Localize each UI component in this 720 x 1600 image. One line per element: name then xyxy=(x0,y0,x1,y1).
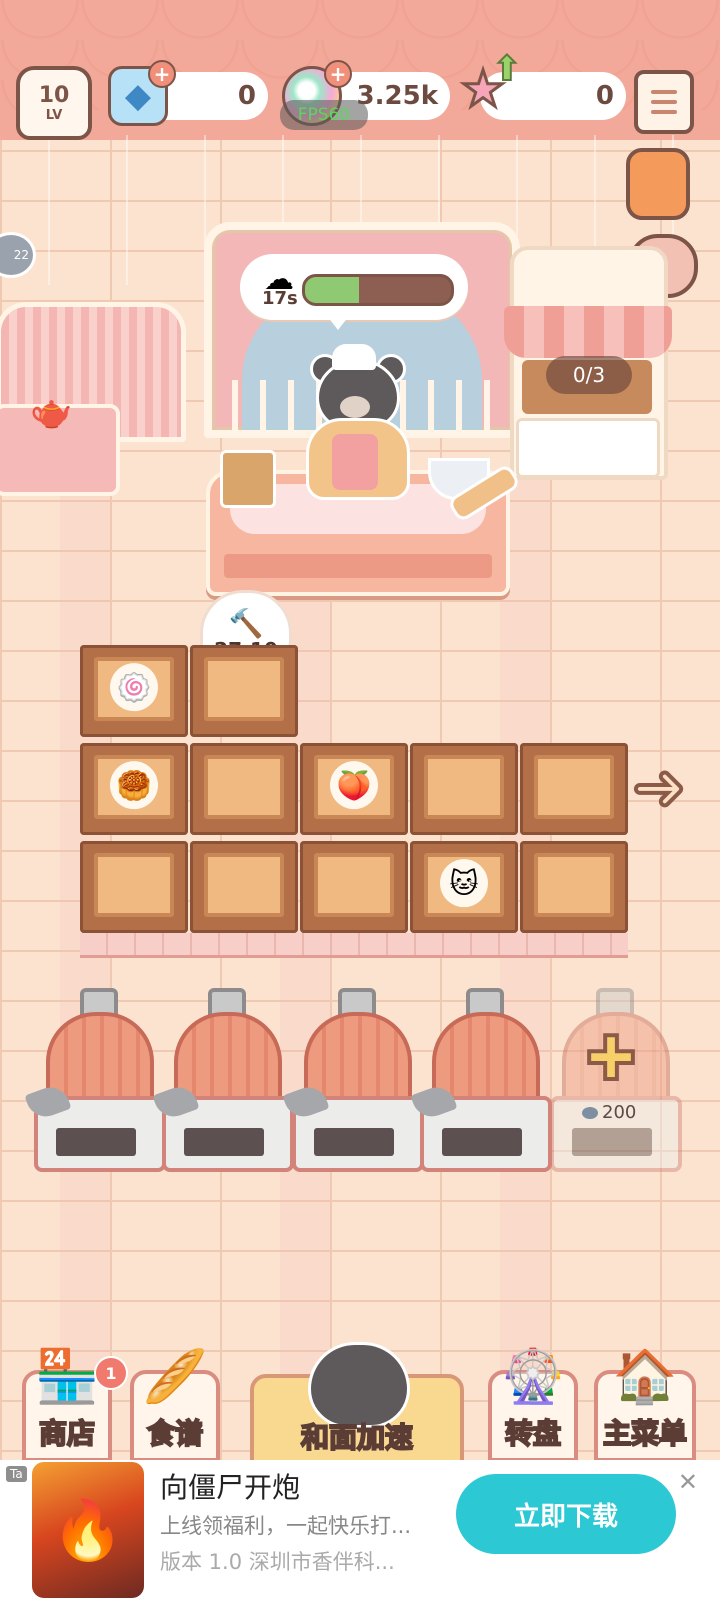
tray-cell[interactable]: 🍑 xyxy=(300,743,408,835)
cat-bread-icon[interactable]: 🐱 xyxy=(440,859,488,908)
oven-mouth xyxy=(184,1128,264,1156)
list-menu-button[interactable] xyxy=(634,70,694,134)
star-count: 0 xyxy=(595,81,614,111)
jar-icon[interactable] xyxy=(626,148,690,220)
ad-tag: Ta xyxy=(6,1466,27,1482)
teapot-icon: 🫖 xyxy=(30,392,73,432)
tray-inner xyxy=(204,853,284,917)
tray-inner xyxy=(94,853,174,917)
tray-inner xyxy=(314,853,394,917)
tray-cell[interactable] xyxy=(80,841,188,933)
kneading-progress-fill xyxy=(305,277,360,303)
gem-icon xyxy=(582,1106,598,1119)
nav-recipes-button[interactable]: 🥖 食谱 xyxy=(126,1347,224,1462)
grid-base xyxy=(80,933,628,958)
baker-bear[interactable] xyxy=(302,344,410,500)
nav-shop-label: 商店 xyxy=(38,1416,96,1451)
level-badge[interactable]: 10 LV xyxy=(16,66,92,140)
add-oven-plus-icon[interactable]: ✚ xyxy=(578,1022,644,1096)
nav-main-menu-button[interactable]: 🏠 主菜单 xyxy=(590,1347,700,1462)
ad-title[interactable]: 向僵尸开炮 xyxy=(160,1466,300,1506)
shop-notification-badge: 1 xyxy=(94,1356,128,1390)
kneading-timer: 17s xyxy=(262,288,298,309)
tray-cell[interactable]: 🐱 xyxy=(410,841,518,933)
level-up-arrow-icon: ⬆ xyxy=(492,48,523,90)
ad-download-button[interactable]: 立即下载 xyxy=(456,1474,676,1554)
oven[interactable] xyxy=(410,988,552,1172)
menu-line-icon xyxy=(651,90,677,94)
tray-cell[interactable] xyxy=(300,841,408,933)
stand-capacity: 0/3 xyxy=(546,356,632,394)
oven-unlock-cost: 200 xyxy=(602,1102,637,1123)
gem-count: 0 xyxy=(237,81,256,111)
tart-icon[interactable]: 🥮 xyxy=(110,761,158,810)
oven[interactable] xyxy=(24,988,166,1172)
menu-line-icon xyxy=(651,110,677,114)
kneading-progress-bar xyxy=(302,274,454,306)
tray-cell[interactable] xyxy=(190,743,298,835)
oven-mouth xyxy=(442,1128,522,1156)
coin-add-icon[interactable]: + xyxy=(324,60,352,88)
oven-mouth xyxy=(314,1128,394,1156)
peach-bun-icon[interactable]: 🍑 xyxy=(330,761,378,810)
fps-counter: FPS60 xyxy=(280,100,368,130)
stand-counter xyxy=(516,418,660,478)
bear-snout xyxy=(340,396,370,418)
bread-icon: 🥖 xyxy=(142,1347,208,1407)
level-number: 10 xyxy=(38,82,70,108)
tray-inner xyxy=(204,657,284,721)
nav-recipes-label: 食谱 xyxy=(146,1416,204,1451)
tray-cell[interactable] xyxy=(410,743,518,835)
close-icon[interactable]: ✕ xyxy=(678,1468,698,1496)
coin-count: 3.25k xyxy=(356,81,438,111)
stand-awning xyxy=(504,306,672,358)
nav-speed-up-button[interactable]: 和面加速 xyxy=(250,1342,464,1472)
tray-cell[interactable] xyxy=(190,645,298,737)
tray-cell[interactable] xyxy=(520,841,628,933)
swiss-roll-icon[interactable]: 🍥 xyxy=(110,663,158,712)
oven-mouth xyxy=(572,1128,652,1156)
wheel-icon: 🎡 xyxy=(500,1347,566,1407)
gem-add-icon[interactable]: + xyxy=(148,60,176,88)
shop-icon: 🏪 xyxy=(34,1347,100,1407)
tray-inner xyxy=(534,755,614,819)
ad-thumbnail[interactable]: 🔥 xyxy=(32,1462,144,1598)
menu-line-icon xyxy=(651,100,677,104)
nav-wheel-label: 转盘 xyxy=(504,1416,562,1451)
tray-inner xyxy=(424,755,504,819)
oven-unlock-price: 200 xyxy=(582,1102,636,1123)
hammer-icon: 🔨 xyxy=(228,607,264,640)
tray-cell[interactable]: 🥮 xyxy=(80,743,188,835)
ad-description: 上线领福利，一起快乐打... xyxy=(160,1514,412,1538)
tray-cell[interactable]: 🍥 xyxy=(80,645,188,737)
tray-inner xyxy=(204,755,284,819)
tray-cell[interactable] xyxy=(190,841,298,933)
arrow-right-icon[interactable]: ➜ xyxy=(622,749,696,827)
bottom-nav: 🏪 商店 1 🥖 食谱 和面加速 🎡 转盘 🏠 主菜单 xyxy=(0,1340,720,1472)
oven-mouth xyxy=(56,1128,136,1156)
tray-inner xyxy=(534,853,614,917)
bubble-tail xyxy=(324,312,352,330)
bear-apron xyxy=(332,434,378,490)
flour-bag-icon xyxy=(220,450,276,508)
nav-main-menu-label: 主菜单 xyxy=(602,1416,688,1451)
nav-speed-up-label: 和面加速 xyxy=(300,1420,414,1455)
ad-meta: 版本 1.0 深圳市香伴科... xyxy=(160,1550,395,1574)
oven[interactable] xyxy=(282,988,424,1172)
nav-wheel-button[interactable]: 🎡 转盘 xyxy=(484,1347,582,1462)
tray-cell[interactable] xyxy=(520,743,628,835)
oven[interactable] xyxy=(152,988,294,1172)
bakery-house-icon: 🏠 xyxy=(612,1347,678,1407)
ad-banner[interactable]: Ta 🔥 向僵尸开炮 上线领福利，一起快乐打... 版本 1.0 深圳市香伴科.… xyxy=(0,1460,720,1600)
level-unit: LV xyxy=(45,107,63,123)
chef-hat-icon xyxy=(332,344,376,370)
